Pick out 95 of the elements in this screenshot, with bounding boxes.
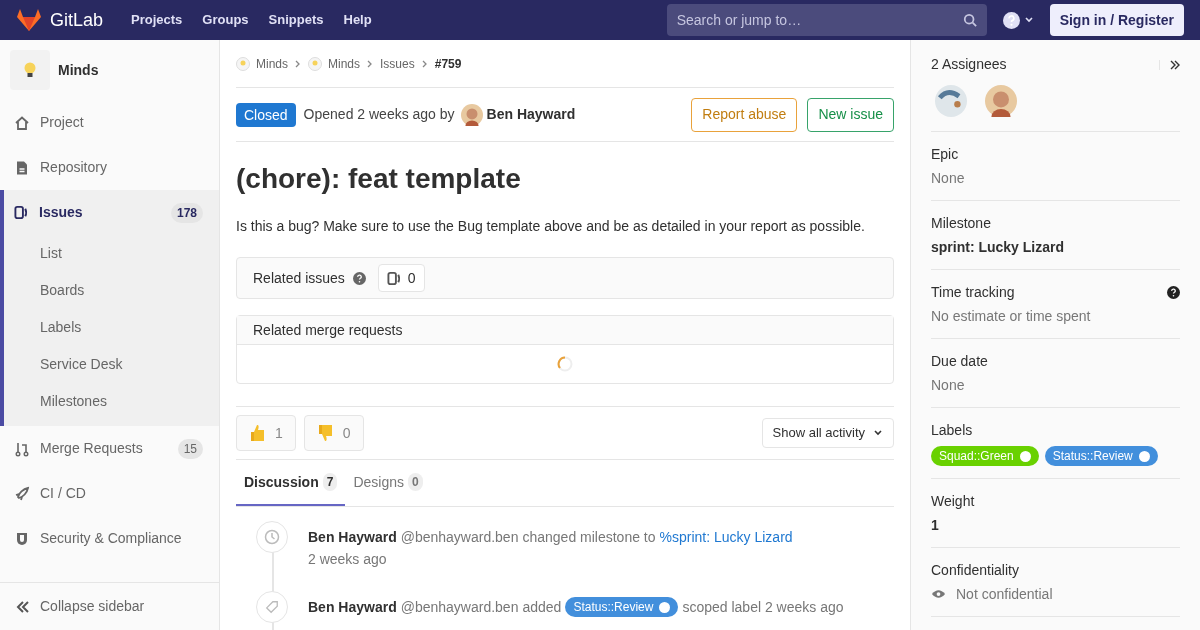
- section-value: None: [931, 169, 966, 188]
- chevron-right-icon: [294, 59, 302, 68]
- panel-title: Related merge requests: [237, 316, 893, 345]
- sidebar-subitem[interactable]: Boards: [4, 272, 219, 309]
- collapse-sidebar-button[interactable]: Collapse sidebar: [0, 582, 219, 630]
- breadcrumb-link[interactable]: Issues: [380, 54, 415, 73]
- breadcrumb-link[interactable]: Minds: [328, 54, 361, 73]
- brand-name[interactable]: GitLab: [50, 6, 104, 34]
- tab[interactable]: Designs 0: [345, 460, 431, 506]
- issues-icon: [14, 205, 29, 220]
- merge-icon: [14, 440, 30, 457]
- section-title: 2 Assignees: [931, 55, 1007, 74]
- author-link[interactable]: Ben Hayward: [486, 104, 576, 125]
- double-chevron-right-icon: [1170, 59, 1180, 70]
- rocket-icon: [14, 485, 30, 502]
- nav-link[interactable]: Snippets: [268, 10, 324, 30]
- collapse-sidebar-button[interactable]: [1159, 59, 1180, 70]
- author-handle: @benhayward.ben: [400, 598, 519, 617]
- sidebar-subitem[interactable]: Service Desk: [4, 346, 219, 383]
- sidebar-item[interactable]: Merge Requests 15: [4, 426, 219, 471]
- author-link[interactable]: Ben Hayward: [308, 527, 397, 547]
- caret-icon: [873, 428, 883, 438]
- assignee-avatar: [985, 85, 1017, 117]
- sidebar-item[interactable]: Repository: [4, 145, 219, 190]
- status-badge: Closed: [236, 102, 296, 127]
- label-badge[interactable]: Status::Review: [1044, 446, 1158, 466]
- nav-link[interactable]: Groups: [202, 10, 249, 30]
- report-abuse-button[interactable]: Report abuse: [691, 97, 798, 132]
- section-value: None: [931, 376, 966, 395]
- event-action: changed milestone to: [522, 528, 656, 547]
- thumbs-down-button[interactable]: 0: [303, 415, 364, 451]
- caret-icon: [1023, 15, 1034, 25]
- count-badge: 0: [408, 473, 423, 491]
- fox-logo-icon: [16, 8, 42, 32]
- sidebar-subitem[interactable]: Labels: [4, 309, 219, 346]
- loading-spinner-icon: [557, 356, 573, 372]
- lightbulb-icon: [236, 56, 250, 71]
- document-icon: [14, 159, 30, 176]
- section-value: sprint: Lucky Lizard: [931, 238, 1066, 257]
- label-badge[interactable]: Status::Review: [565, 597, 679, 617]
- search-field[interactable]: Search or jump to…: [666, 4, 987, 36]
- section-value: No estimate or time spent: [931, 307, 1092, 326]
- new-issue-button[interactable]: New issue: [807, 97, 894, 132]
- author-handle: @benhayward.ben: [400, 528, 519, 547]
- panel-title: Related issues: [253, 268, 345, 288]
- thumbs-down-icon: [316, 423, 335, 443]
- search-icon: [962, 13, 977, 27]
- double-chevron-left-icon: [16, 599, 30, 614]
- section-title: Epic: [931, 145, 959, 164]
- thumbs-up-icon: [249, 423, 267, 443]
- activity-filter-dropdown[interactable]: Show all activity: [761, 418, 894, 448]
- nav-link[interactable]: Help: [343, 10, 372, 30]
- sidebar-subitem[interactable]: List: [4, 235, 219, 272]
- breadcrumb-link[interactable]: Minds: [256, 54, 288, 73]
- project-name[interactable]: Minds: [58, 59, 99, 81]
- breadcrumb-link[interactable]: #759: [434, 54, 462, 73]
- event-suffix: scoped label 2 weeks ago: [682, 598, 844, 617]
- section-title: Time tracking: [931, 283, 1015, 302]
- count-badge: 15: [177, 438, 203, 459]
- sidebar-item[interactable]: Security & Compliance: [4, 516, 219, 561]
- thumbs-up-button[interactable]: 1: [236, 415, 296, 451]
- chevron-right-icon: [420, 59, 429, 68]
- milestone-link[interactable]: %sprint: Lucky Lizard: [659, 527, 793, 547]
- section-value: Not confidential: [956, 585, 1053, 604]
- tab[interactable]: Discussion 7: [236, 460, 346, 506]
- sidebar-subitem[interactable]: Milestones: [4, 383, 219, 420]
- count-badge: 7: [322, 473, 338, 491]
- issues-icon: [386, 270, 402, 286]
- lightbulb-icon: [308, 56, 322, 71]
- home-icon: [14, 114, 30, 131]
- sidebar-item[interactable]: CI / CD: [4, 471, 219, 516]
- opened-text: Opened 2 weeks ago by: [303, 105, 455, 124]
- section-title: Weight: [931, 492, 975, 511]
- author-avatar: [460, 103, 483, 126]
- sidebar-item[interactable]: Issues 178: [4, 190, 219, 235]
- section-title: Milestone: [931, 214, 991, 233]
- lightbulb-icon: [23, 61, 37, 79]
- author-link[interactable]: Ben Hayward: [308, 597, 397, 617]
- section-title: Confidentiality: [931, 561, 1019, 580]
- sidebar-item[interactable]: Project: [4, 100, 219, 145]
- section-title: Labels: [931, 421, 973, 440]
- shield-icon: [14, 530, 30, 547]
- nav-link[interactable]: Projects: [131, 10, 183, 30]
- section-title: Due date: [931, 352, 988, 371]
- issue-title: (chore): feat template: [236, 162, 522, 196]
- section-value: 1: [931, 516, 940, 535]
- event-action: added: [522, 598, 562, 617]
- help-menu-button[interactable]: [1002, 11, 1034, 29]
- eye-icon: [931, 589, 946, 599]
- assignee-avatar: [935, 85, 967, 117]
- issue-count-badge: 0: [377, 264, 425, 292]
- issue-description: Is this a bug? Make sure to use the Bug template above and be as detailed in your report as possible.: [236, 217, 866, 236]
- event-time: 2 weeks ago: [308, 550, 388, 569]
- sign-in-button[interactable]: Sign in / Register: [1049, 4, 1184, 36]
- count-badge: 178: [170, 202, 203, 223]
